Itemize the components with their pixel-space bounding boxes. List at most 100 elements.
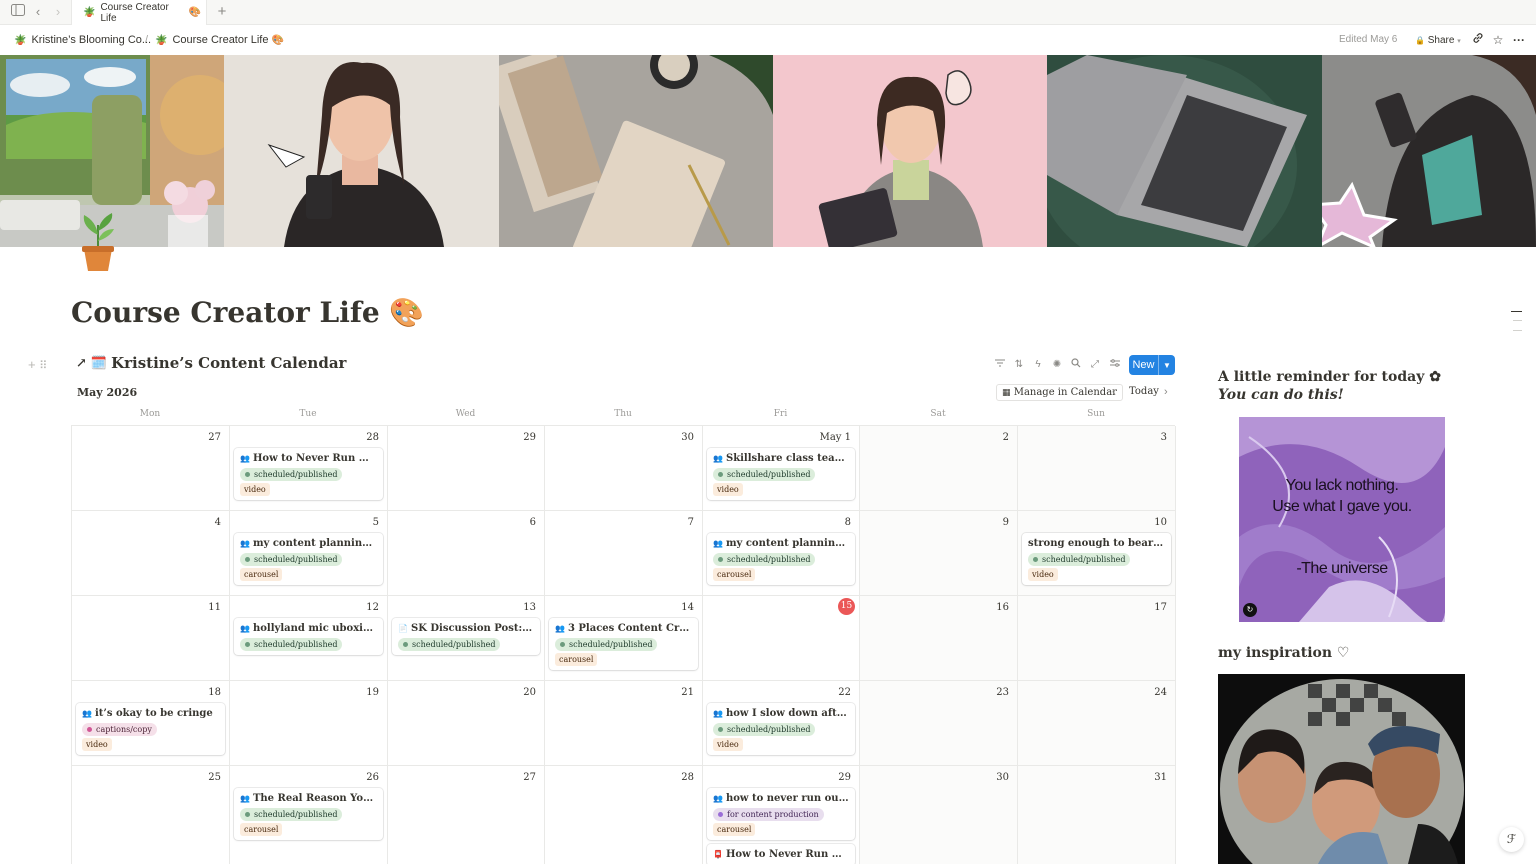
status-tag: scheduled/published	[713, 468, 816, 481]
calendar-day-cell[interactable]: 17	[1018, 596, 1176, 681]
event-title: 👥how to never run out of content	[713, 791, 849, 806]
calendar-day-cell[interactable]: 25	[72, 766, 230, 864]
back-arrow-icon[interactable]: ‹	[30, 4, 46, 20]
calendar-day-cell[interactable]: 4	[72, 511, 230, 596]
day-number: 13	[523, 602, 536, 613]
calendar-day-cell[interactable]: 30	[545, 426, 703, 511]
calendar-day-cell[interactable]: 14 👥3 Places Content Creators Should sched…	[545, 596, 703, 681]
settings-sliders-icon[interactable]	[1108, 358, 1122, 372]
event-card[interactable]: 👥 Skillshare class teaser scheduled/publis…	[707, 448, 855, 500]
status-dot-icon	[245, 472, 250, 477]
next-month-arrow-icon[interactable]: ›	[1164, 386, 1168, 398]
page-plant-icon[interactable]	[78, 213, 118, 273]
calendar-day-cell[interactable]: 5 👥my content planning process scheduled/p…	[230, 511, 388, 596]
day-number: 31	[1154, 772, 1167, 783]
calendar-day-cell[interactable]: 2	[860, 426, 1018, 511]
expand-icon[interactable]: ⤢	[1088, 358, 1102, 372]
day-number: 24	[1154, 687, 1167, 698]
calendar-day-cell[interactable]: 21	[545, 681, 703, 766]
table-of-contents-line[interactable]	[1513, 320, 1522, 321]
calendar-day-cell[interactable]: 15	[703, 596, 860, 681]
status-dot-icon	[403, 642, 408, 647]
event-title-text: it’s okay to be cringe	[94, 708, 213, 719]
previous-month-arrow-icon[interactable]: ‹	[1112, 386, 1116, 398]
new-button[interactable]: New ▼	[1129, 355, 1175, 375]
today-button[interactable]: Today	[1129, 386, 1159, 397]
event-card[interactable]: 👥my content planning process scheduled/pu…	[707, 533, 855, 585]
automation-lightning-icon[interactable]: ϟ	[1031, 358, 1045, 372]
calendar-day-cell[interactable]: 29	[388, 426, 545, 511]
sort-icon[interactable]: ⇅	[1012, 358, 1026, 372]
tab-course-creator-life[interactable]: 🪴 Course Creator Life 🎨	[71, 0, 207, 25]
page-title[interactable]: Course Creator Life 🎨	[71, 296, 424, 329]
link-icon[interactable]	[1470, 32, 1486, 48]
event-title-text: Skillshare class teaser	[725, 453, 849, 464]
weekday-label: Mon	[139, 409, 161, 419]
calendar-day-cell[interactable]: 20	[388, 681, 545, 766]
status-tag: scheduled/published	[713, 553, 816, 566]
chevron-down-icon[interactable]: ▼	[1159, 361, 1175, 370]
event-card[interactable]: strong enough to bear the chill scheduled…	[1022, 533, 1171, 585]
event-card[interactable]: 👥how I slow down after a busy week schedu…	[707, 703, 855, 755]
breadcrumb-parent-label: Kristine’s Blooming Co...	[31, 34, 152, 46]
calendar-day-cell[interactable]: 9	[860, 511, 1018, 596]
filter-icon[interactable]	[993, 358, 1007, 372]
help-button[interactable]: ℱ	[1499, 827, 1524, 852]
event-card[interactable]: 👥How to Never Run Out of Content Ideas sc…	[234, 448, 383, 500]
event-card[interactable]: 📮How to Never Run Out of Ideas	[707, 844, 855, 864]
star-icon[interactable]: ☆	[1490, 32, 1506, 48]
event-card[interactable]: 👥 hollyland mic uboxing scheduled/publishe…	[234, 618, 383, 655]
calendar-day-cell[interactable]: 24	[1018, 681, 1176, 766]
calendar-day-cell[interactable]: May 1 👥 Skillshare class teaser scheduled/p…	[703, 426, 860, 511]
status-dot-icon	[87, 727, 92, 732]
calendar-day-cell[interactable]: 6	[388, 511, 545, 596]
calendar-day-cell[interactable]: 16	[860, 596, 1018, 681]
calendar-day-cell[interactable]: 27	[388, 766, 545, 864]
drag-handle-icon[interactable]: ⠿	[39, 360, 47, 372]
calendar-day-cell[interactable]: 3	[1018, 426, 1176, 511]
share-button[interactable]: 🔒 Share ▾	[1409, 32, 1467, 49]
forward-arrow-icon[interactable]: ›	[50, 4, 66, 20]
event-card[interactable]: 👥my content planning process scheduled/pu…	[234, 533, 383, 585]
breadcrumb-parent[interactable]: 🪴 Kristine’s Blooming Co...	[14, 25, 151, 55]
event-card[interactable]: 📄SK Discussion Post: I stopped scheduled/…	[392, 618, 540, 655]
calendar-day-cell[interactable]: 12 👥 hollyland mic uboxing scheduled/publis…	[230, 596, 388, 681]
calendar-day-cell[interactable]: 7	[545, 511, 703, 596]
calendar-day-cell[interactable]: 26 👥The Real Reason You Keep Quitting sche…	[230, 766, 388, 864]
calendar-day-cell[interactable]: 28 👥How to Never Run Out of Content Ideas…	[230, 426, 388, 511]
calendar-day-cell[interactable]: 27	[72, 426, 230, 511]
calendar-day-cell[interactable]: 8 👥my content planning process scheduled/p…	[703, 511, 860, 596]
calendar-day-cell[interactable]: 10 strong enough to bear the chill schedul…	[1018, 511, 1176, 596]
ai-sparkle-icon[interactable]: ✺	[1050, 358, 1064, 372]
search-icon[interactable]	[1069, 358, 1083, 372]
sidebar-toggle-icon[interactable]	[10, 4, 26, 20]
calendar-day-cell[interactable]: 18 👥 it’s okay to be cringe captions/copy vi…	[72, 681, 230, 766]
status-dot-icon	[718, 727, 723, 732]
event-card[interactable]: 👥how to never run out of content for cont…	[707, 788, 855, 840]
calendar-day-cell[interactable]: 23	[860, 681, 1018, 766]
calendar-day-cell[interactable]: 30	[860, 766, 1018, 864]
calendar-day-cell[interactable]: 11	[72, 596, 230, 681]
block-add-plus-icon[interactable]: + ⠿	[28, 357, 47, 372]
calendar-day-cell[interactable]: 13 📄SK Discussion Post: I stopped schedule…	[388, 596, 545, 681]
table-of-contents-line[interactable]	[1513, 330, 1522, 331]
calendar-day-cell[interactable]: 29 👥how to never run out of content for co…	[703, 766, 860, 864]
day-number: 14	[681, 602, 694, 613]
event-card[interactable]: 👥3 Places Content Creators Should schedul…	[549, 618, 698, 670]
event-card[interactable]: 👥 it’s okay to be cringe captions/copy vide…	[76, 703, 225, 755]
calendar-database-title[interactable]: ↗ 🗓️ Kristine’s Content Calendar	[76, 354, 346, 372]
calendar-day-cell[interactable]: 22 👥how I slow down after a busy week sche…	[703, 681, 860, 766]
table-of-contents-line[interactable]	[1511, 311, 1522, 312]
manage-in-calendar-button[interactable]: ▦ Manage in Calendar	[996, 384, 1123, 401]
tab-title: Course Creator Life	[100, 1, 169, 24]
breadcrumb-current[interactable]: 🪴 Course Creator Life 🎨	[155, 25, 289, 55]
day-number: 9	[1002, 517, 1009, 528]
calendar-day-cell[interactable]: 19	[230, 681, 388, 766]
calendar-day-cell[interactable]: 28	[545, 766, 703, 864]
more-options-icon[interactable]: ···	[1511, 32, 1527, 48]
event-card[interactable]: 👥The Real Reason You Keep Quitting schedu…	[234, 788, 383, 840]
calendar-day-cell[interactable]: 31	[1018, 766, 1176, 864]
day-number: 16	[996, 602, 1009, 613]
new-tab-plus-icon[interactable]: +	[214, 4, 230, 20]
day-number: 8	[844, 517, 851, 528]
